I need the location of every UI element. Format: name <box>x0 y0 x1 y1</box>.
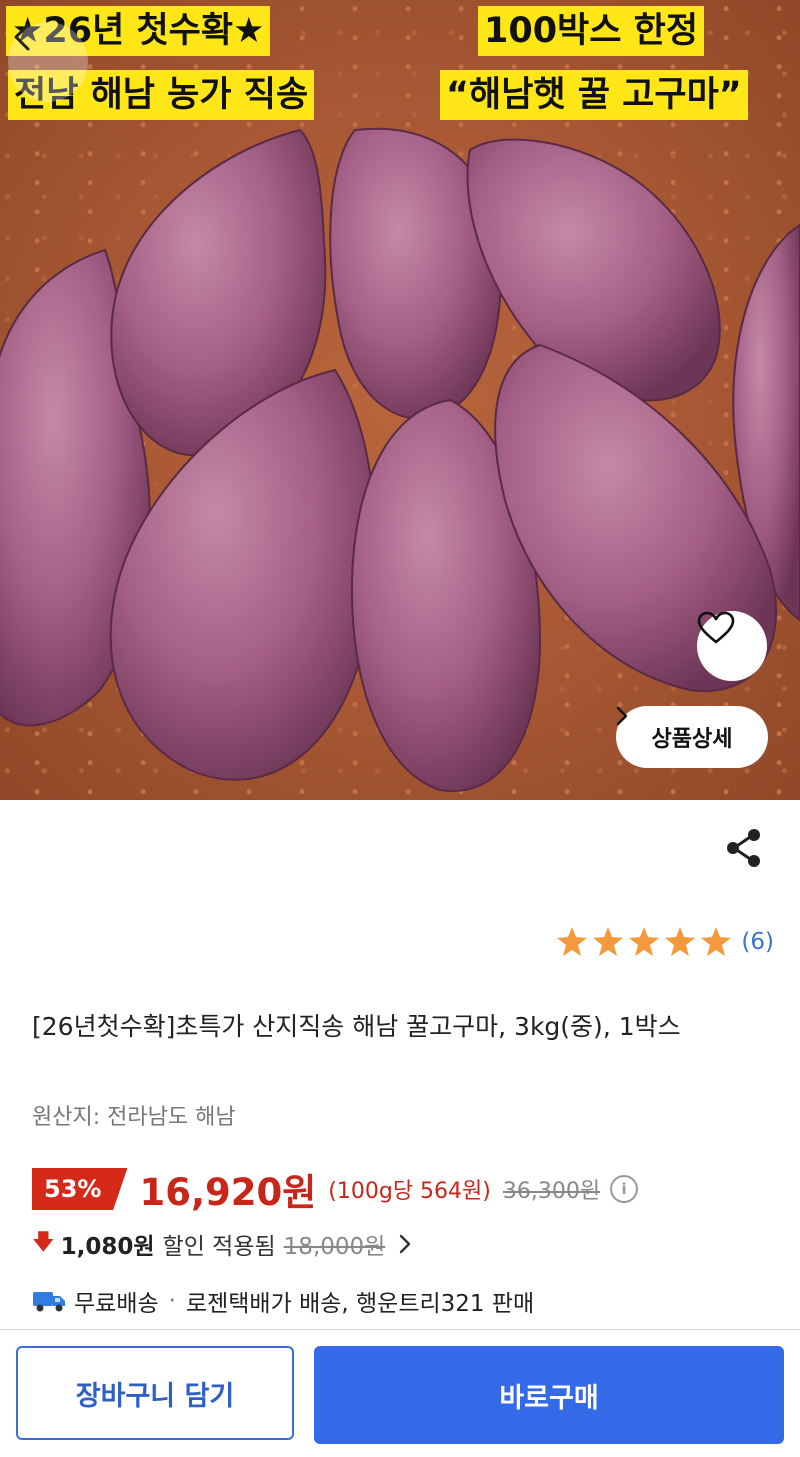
discount-badge: 53% <box>32 1168 128 1210</box>
price-row: 53% 16,920원 (100g당 564원) 36,300원 i <box>32 1164 639 1214</box>
product-title: [26년첫수확]초특가 산지직송 해남 꿀고구마, 3kg(중), 1박스 <box>32 1012 681 1041</box>
heart-icon <box>697 611 735 644</box>
product-origin: 원산지: 전라남도 해남 <box>32 1105 236 1130</box>
free-shipping-label: 무료배송 <box>74 1291 159 1317</box>
share-icon <box>727 829 760 867</box>
back-button[interactable] <box>8 22 88 102</box>
extra-discount-label: 할인 적용됨 <box>162 1234 276 1260</box>
product-image[interactable]: ★26년 첫수확★ 전남 해남 농가 직송 100박스 한정 “해남햇 꿀 고구… <box>0 0 800 800</box>
chevron-right-icon <box>616 706 628 726</box>
shipping-separator: · <box>168 1288 176 1314</box>
truck-icon <box>33 1292 65 1312</box>
extra-discount-row[interactable]: 🡇 1,080원 할인 적용됨 18,000원 <box>32 1226 411 1262</box>
sweet-potatoes-photo <box>0 127 800 793</box>
chevron-right-icon <box>400 1234 411 1254</box>
product-detail-label: 상품상세 <box>651 727 733 752</box>
review-count[interactable]: (6) <box>741 929 774 955</box>
original-price: 36,300원 <box>502 1179 601 1204</box>
unit-price: (100g당 564원) <box>328 1179 491 1204</box>
product-detail-button[interactable]: 상품상세 <box>616 706 768 768</box>
extra-discount-original: 18,000원 <box>283 1234 386 1260</box>
arrow-down-icon: 🡇 <box>32 1230 55 1255</box>
chevron-left-icon <box>14 23 30 51</box>
rating-summary[interactable]: (6) <box>555 925 774 959</box>
shipping-detail: 로젠택배가 배송, 행운트리321 판매 <box>185 1291 535 1317</box>
bottom-bar-divider <box>0 1329 800 1330</box>
sale-price: 16,920원 <box>139 1171 317 1214</box>
info-icon[interactable]: i <box>610 1175 639 1203</box>
star-rating-icon <box>557 927 732 956</box>
buy-now-button[interactable]: 바로구매 <box>314 1346 784 1444</box>
extra-discount-amount: 1,080원 <box>60 1234 155 1260</box>
promo-banner-product: “해남햇 꿀 고구마” <box>440 70 748 120</box>
promo-banner-limited: 100박스 한정 <box>478 6 705 56</box>
share-button[interactable] <box>722 826 766 870</box>
wishlist-button[interactable] <box>697 611 767 681</box>
shipping-row: 무료배송 · 로젠택배가 배송, 행운트리321 판매 <box>32 1284 534 1318</box>
add-to-cart-button[interactable]: 장바구니 담기 <box>16 1346 294 1440</box>
